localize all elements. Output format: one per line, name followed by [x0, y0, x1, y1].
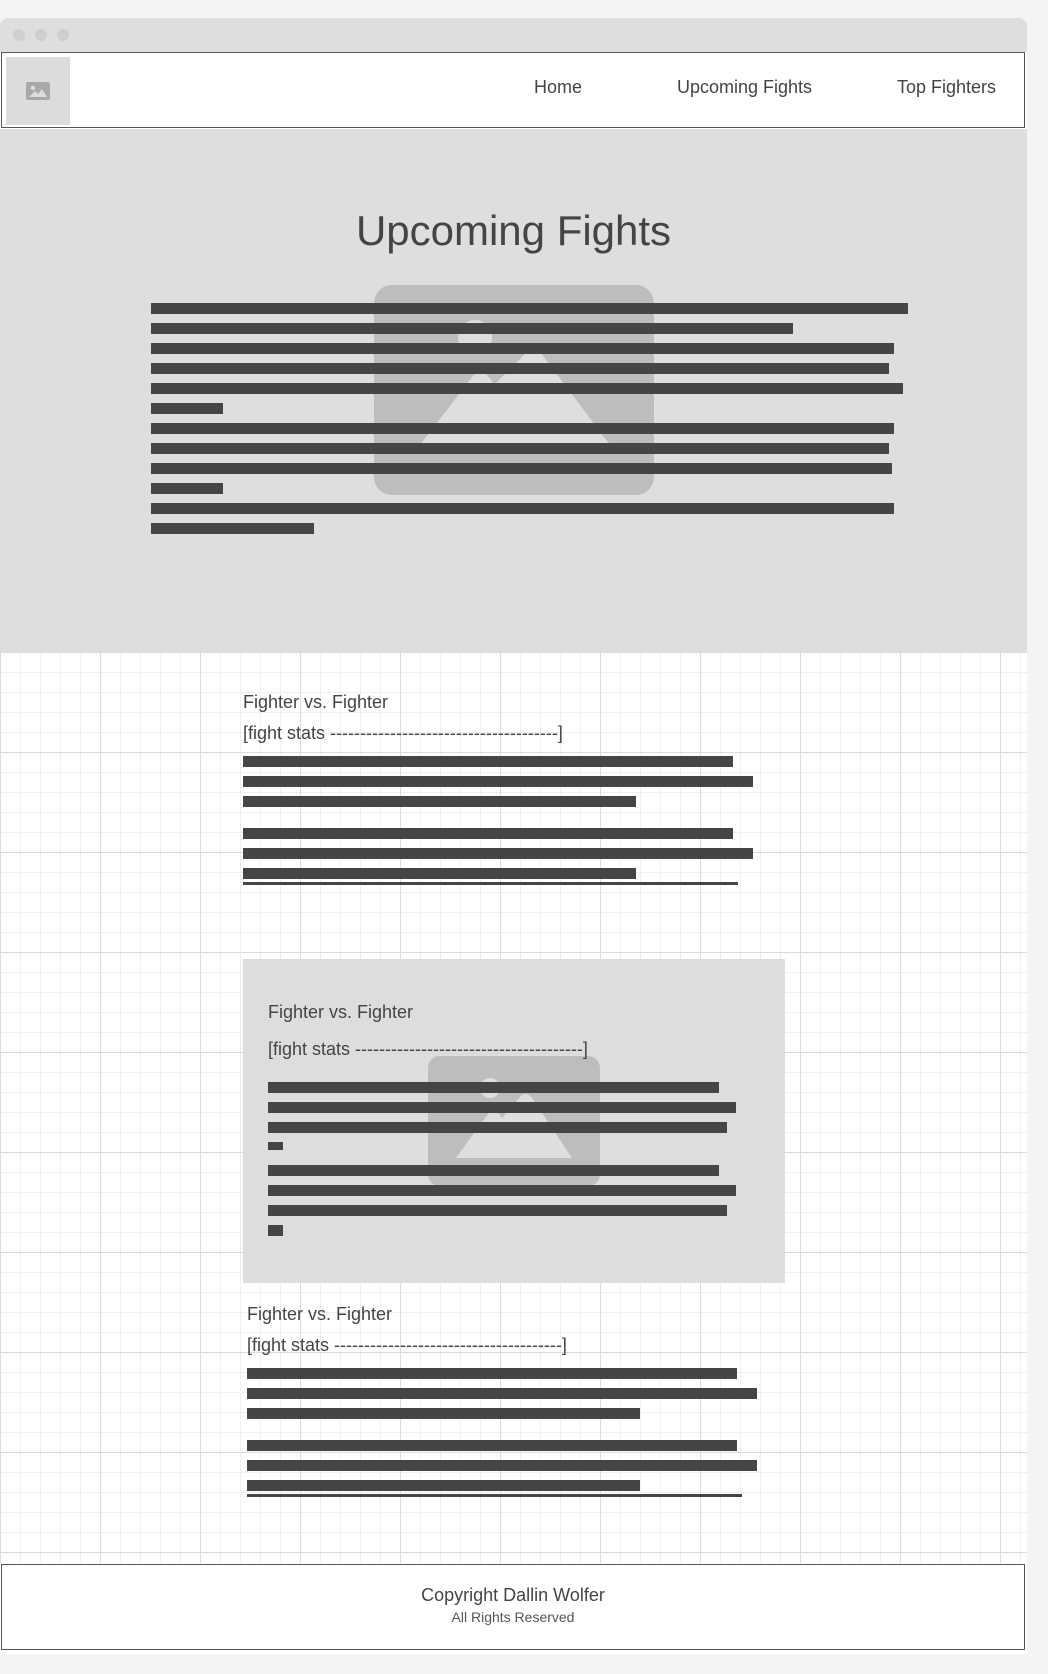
fight-stats: [fight stats ---------------------------…: [268, 1039, 588, 1059]
fight-card-featured[interactable]: Fighter vs. Fighter [fight stats -------…: [243, 959, 785, 1283]
text-placeholder-bar: [268, 1082, 719, 1093]
text-placeholder-bar: [151, 423, 894, 434]
text-placeholder-bar: [243, 756, 733, 767]
fight-stats: [fight stats ---------------------------…: [247, 1335, 567, 1355]
fights-list: Fighter vs. Fighter [fight stats -------…: [0, 652, 1027, 1563]
footer-rights: All Rights Reserved: [451, 1609, 575, 1625]
text-placeholder-bar: [268, 1122, 727, 1133]
text-placeholder-bar: [151, 483, 223, 494]
site-logo[interactable]: [6, 57, 70, 125]
window-close-dot[interactable]: [13, 29, 25, 41]
divider: [243, 882, 738, 885]
window-titlebar: [0, 18, 1027, 52]
text-placeholder-bar: [151, 323, 793, 334]
nav-top-fighters-link[interactable]: Top Fighters: [897, 77, 996, 98]
window-maximize-dot[interactable]: [57, 29, 69, 41]
text-placeholder-bar: [268, 1165, 719, 1176]
page-footer: Copyright Dallin Wolfer All Rights Reser…: [1, 1564, 1025, 1650]
text-placeholder-bar: [243, 796, 636, 807]
fight-title[interactable]: Fighter vs. Fighter: [247, 1304, 392, 1325]
fight-stats: [fight stats ---------------------------…: [243, 723, 563, 743]
image-icon: [26, 82, 50, 100]
text-placeholder-bar: [268, 1142, 283, 1150]
page-title: Upcoming Fights: [355, 207, 672, 254]
text-placeholder-bar: [247, 1388, 757, 1399]
text-placeholder-bar: [243, 868, 636, 879]
text-placeholder-bar: [247, 1440, 737, 1451]
hero-section: Upcoming Fights: [0, 129, 1027, 652]
text-placeholder-bar: [151, 343, 894, 354]
text-placeholder-bar: [247, 1408, 640, 1419]
text-placeholder-bar: [151, 363, 889, 374]
text-placeholder-bar: [243, 776, 753, 787]
text-placeholder-bar: [268, 1185, 736, 1196]
text-placeholder-bar: [151, 303, 908, 314]
text-placeholder-bar: [247, 1368, 737, 1379]
text-placeholder-bar: [151, 443, 889, 454]
text-placeholder-bar: [268, 1225, 283, 1236]
text-placeholder-bar: [151, 523, 314, 534]
top-navbar: Home Upcoming Fights Top Fighters: [1, 52, 1025, 128]
text-placeholder-bar: [151, 503, 894, 514]
text-placeholder-bar: [151, 463, 892, 474]
nav-upcoming-fights-link[interactable]: Upcoming Fights: [677, 77, 812, 98]
text-placeholder-bar: [151, 403, 223, 414]
text-placeholder-bar: [247, 1480, 640, 1491]
fight-title[interactable]: Fighter vs. Fighter: [268, 1002, 413, 1023]
footer-copyright: Copyright Dallin Wolfer: [421, 1585, 605, 1605]
text-placeholder-bar: [268, 1205, 727, 1216]
fight-title[interactable]: Fighter vs. Fighter: [243, 692, 388, 713]
nav-home-link[interactable]: Home: [534, 77, 582, 98]
text-placeholder-bar: [268, 1102, 736, 1113]
text-placeholder-bar: [243, 848, 753, 859]
browser-window: Home Upcoming Fights Top Fighters Upcomi…: [0, 18, 1027, 1654]
text-placeholder-bar: [247, 1460, 757, 1471]
divider: [247, 1494, 742, 1497]
text-placeholder-bar: [243, 828, 733, 839]
window-minimize-dot[interactable]: [35, 29, 47, 41]
text-placeholder-bar: [151, 383, 903, 394]
